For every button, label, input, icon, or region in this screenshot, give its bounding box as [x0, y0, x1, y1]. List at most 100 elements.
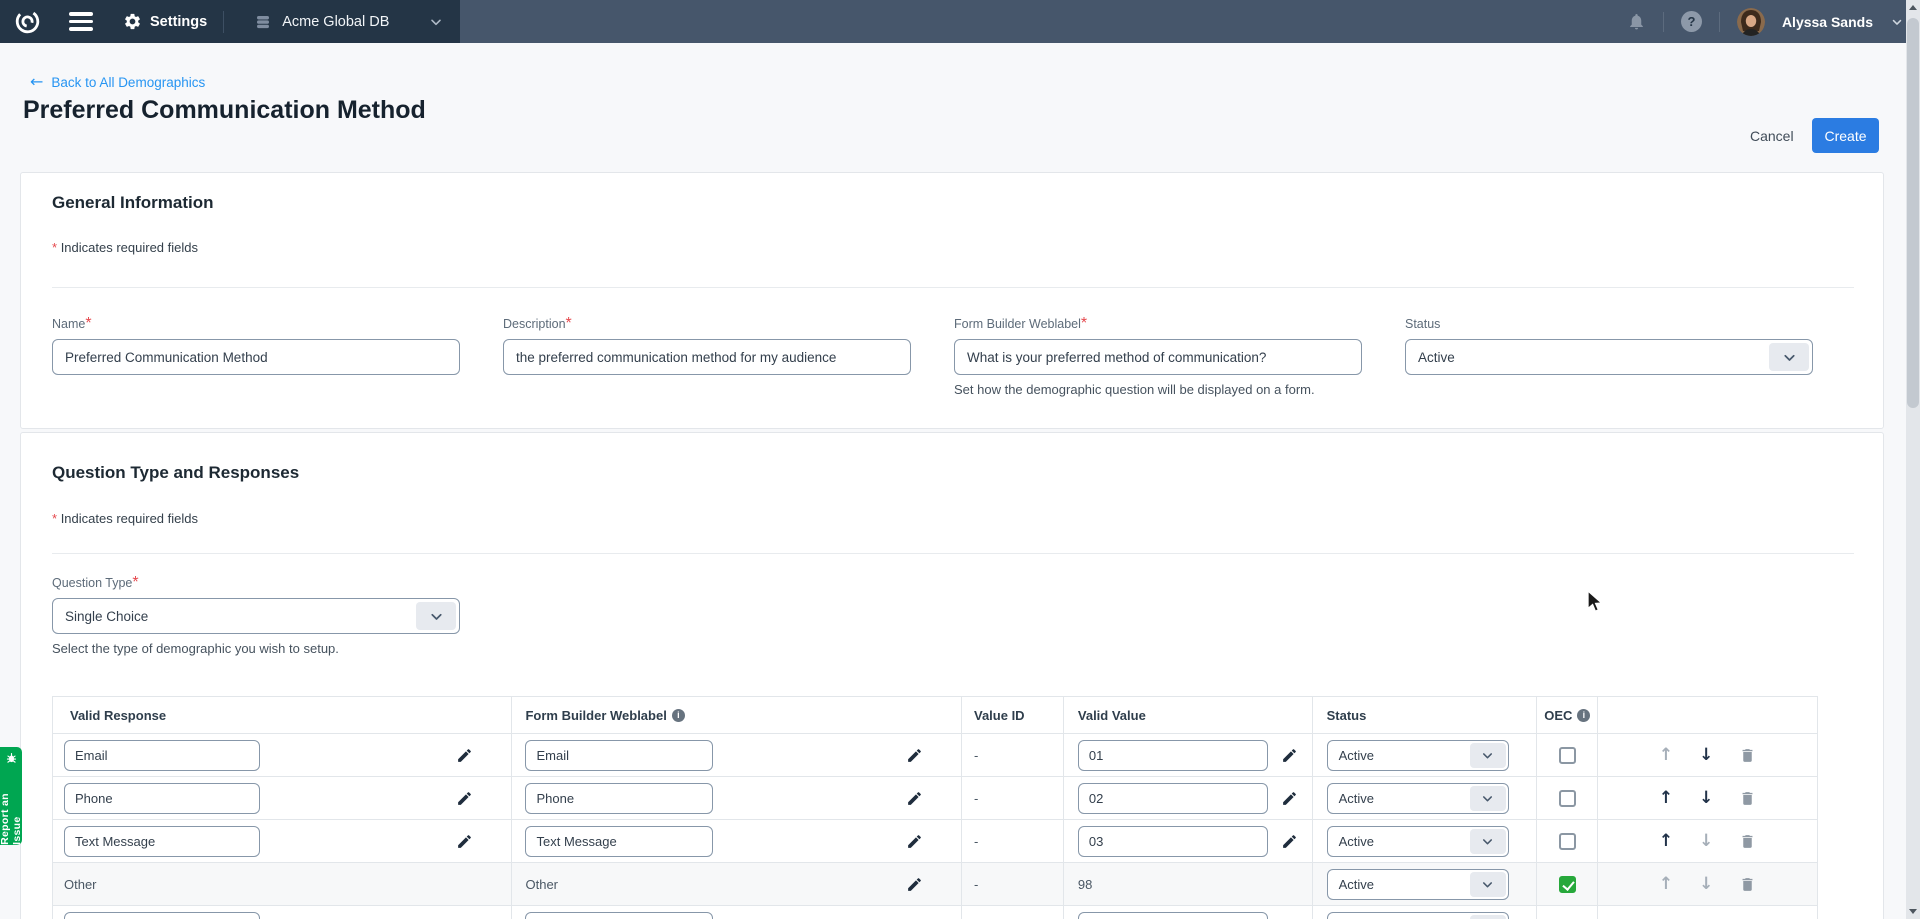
general-information-card: General Information * Indicates required… [20, 172, 1884, 429]
required-note: * Indicates required fields [52, 511, 198, 526]
valid-response-input[interactable] [64, 826, 260, 857]
edit-icon[interactable] [456, 747, 473, 764]
move-up-icon[interactable]: ↑ [1659, 790, 1673, 807]
page-title: Preferred Communication Method [23, 96, 426, 125]
question-type-label: Question Type [52, 576, 132, 590]
valid-response-input[interactable] [64, 912, 260, 919]
table-header-row: Valid Response Form Builder Weblabeli Va… [53, 697, 1817, 734]
valid-value-input[interactable] [1078, 740, 1268, 771]
weblabel-input[interactable] [525, 783, 713, 814]
edit-icon[interactable] [906, 747, 923, 764]
header-oec: OECi [1537, 697, 1598, 733]
status-field: Status Active [1405, 315, 1813, 375]
navbar-dark-section: Settings Acme Global DB [0, 0, 460, 43]
scrollbar-thumb[interactable] [1907, 18, 1919, 408]
description-label: Description [503, 317, 566, 331]
weblabel-input[interactable] [954, 339, 1362, 375]
delete-icon[interactable] [1739, 833, 1756, 850]
oec-checkbox[interactable] [1559, 833, 1576, 850]
valid-response-input[interactable] [64, 783, 260, 814]
move-up-icon[interactable]: ↑ [1659, 833, 1673, 850]
valid-value-static: 98 [1064, 863, 1313, 905]
chevron-down-icon [1480, 748, 1495, 763]
user-avatar[interactable] [1737, 8, 1765, 36]
oec-checkbox[interactable] [1559, 747, 1576, 764]
weblabel-input[interactable] [525, 740, 713, 771]
back-link[interactable]: ← Back to All Demographics [30, 74, 205, 90]
valid-value-input[interactable] [1078, 826, 1268, 857]
value-id-cell [962, 906, 1064, 919]
move-down-icon[interactable]: ↓ [1699, 790, 1713, 807]
edit-icon[interactable] [1281, 833, 1298, 850]
delete-icon[interactable] [1739, 790, 1756, 807]
row-status-select[interactable]: Active [1327, 826, 1509, 857]
create-button[interactable]: Create [1812, 118, 1879, 153]
info-icon[interactable]: i [1577, 709, 1590, 722]
move-up-icon: ↑ [1659, 747, 1673, 764]
chevron-down-icon [1480, 877, 1495, 892]
valid-value-input[interactable] [1078, 912, 1268, 919]
chevron-down-icon [428, 14, 444, 30]
app-logo-icon[interactable] [13, 8, 41, 36]
nav-settings[interactable]: Settings [123, 12, 207, 31]
weblabel-input[interactable] [525, 826, 713, 857]
move-up-icon: ↑ [1659, 876, 1673, 893]
help-icon[interactable]: ? [1681, 11, 1702, 32]
valid-response-input[interactable] [64, 740, 260, 771]
edit-icon[interactable] [456, 790, 473, 807]
edit-icon[interactable] [1281, 747, 1298, 764]
back-arrow-icon: ← [30, 74, 43, 90]
description-input[interactable] [503, 339, 911, 375]
row-status-select[interactable]: Active [1327, 740, 1509, 771]
cancel-button[interactable]: Cancel [1742, 118, 1802, 153]
table-row-other: Other Other - 98 Active ↑ ↓ [53, 863, 1817, 906]
navbar-right-section: ? Alyssa Sands [1627, 0, 1904, 43]
move-down-icon[interactable]: ↓ [1699, 747, 1713, 764]
edit-icon[interactable] [906, 790, 923, 807]
notification-bell-icon[interactable] [1627, 12, 1646, 31]
chevron-down-icon [1781, 349, 1798, 366]
delete-icon[interactable] [1739, 747, 1756, 764]
select-button [416, 602, 456, 630]
nav-divider [223, 11, 224, 33]
status-select[interactable]: Active [1405, 339, 1813, 375]
valid-value-input[interactable] [1078, 783, 1268, 814]
status-select-value: Active [1418, 350, 1455, 365]
oec-checkbox[interactable] [1559, 790, 1576, 807]
user-name[interactable]: Alyssa Sands [1782, 14, 1873, 30]
move-down-icon: ↓ [1699, 876, 1713, 893]
database-selector[interactable]: Acme Global DB [240, 13, 460, 31]
info-icon[interactable]: i [672, 709, 685, 722]
scroll-down-arrow-icon[interactable] [1909, 909, 1917, 914]
edit-icon[interactable] [906, 876, 923, 893]
table-row: ↑ ↓ [53, 906, 1817, 919]
row-status-select[interactable]: Active [1327, 783, 1509, 814]
chevron-down-icon[interactable] [1890, 15, 1904, 29]
back-link-label: Back to All Demographics [51, 75, 205, 90]
valid-response-static: Other [53, 863, 512, 905]
value-id-cell: - [962, 777, 1064, 819]
select-button [1470, 915, 1506, 919]
weblabel-label: Form Builder Weblabel [954, 317, 1081, 331]
delete-icon[interactable] [1739, 876, 1756, 893]
row-status-select[interactable] [1327, 912, 1509, 919]
weblabel-input[interactable] [525, 912, 713, 919]
edit-icon[interactable] [906, 833, 923, 850]
value-id-cell: - [962, 734, 1064, 776]
edit-icon[interactable] [456, 833, 473, 850]
vertical-scrollbar[interactable] [1906, 0, 1920, 919]
question-type-select[interactable]: Single Choice [52, 598, 460, 634]
name-input[interactable] [52, 339, 460, 375]
table-row: - Active ↑ ↓ [53, 777, 1817, 820]
select-button [1769, 343, 1809, 371]
edit-icon[interactable] [1281, 790, 1298, 807]
report-issue-tab[interactable]: Report an Issue [0, 747, 22, 845]
header-actions [1598, 697, 1817, 733]
hamburger-menu-icon[interactable] [69, 12, 93, 31]
oec-checkbox[interactable] [1559, 876, 1576, 893]
header-status: Status [1313, 697, 1538, 733]
scroll-up-arrow-icon[interactable] [1909, 5, 1917, 10]
table-row: - Active ↑ ↓ [53, 734, 1817, 777]
row-status-select[interactable]: Active [1327, 869, 1509, 900]
name-label: Name [52, 317, 85, 331]
